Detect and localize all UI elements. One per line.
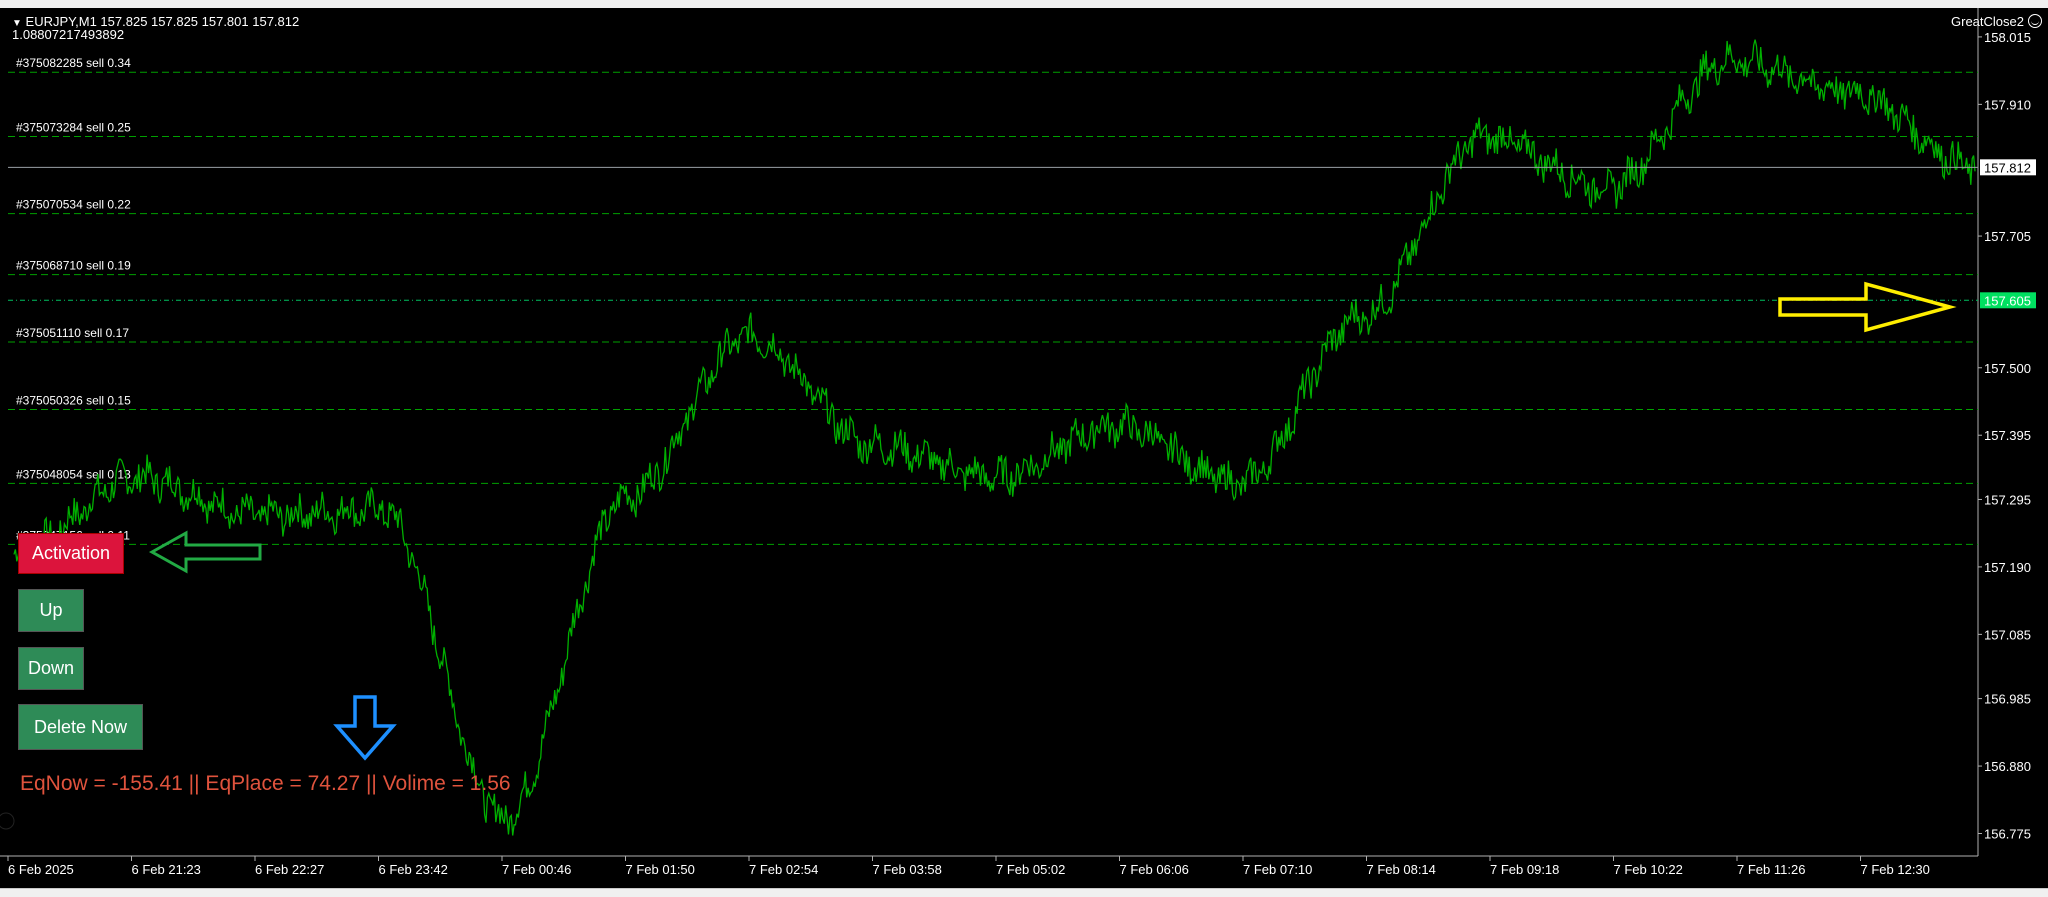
price-tick-label: 156.985 [1984, 692, 2031, 707]
price-tick-label: 157.395 [1984, 428, 2031, 443]
order-line-label: #375050326 sell 0.15 [16, 394, 131, 408]
time-tick-label: 7 Feb 05:02 [996, 862, 1065, 877]
delete-now-button[interactable]: Delete Now [18, 704, 143, 750]
time-tick-label: 6 Feb 2025 [8, 862, 74, 877]
time-tick-label: 7 Feb 00:46 [502, 862, 571, 877]
equity-status-text: EqNow = -155.41 || EqPlace = 74.27 || Vo… [20, 772, 511, 795]
time-tick-label: 6 Feb 22:27 [255, 862, 324, 877]
time-tick-label: 7 Feb 12:30 [1861, 862, 1930, 877]
activation-button[interactable]: Activation [18, 533, 124, 574]
time-tick-label: 7 Feb 11:26 [1737, 862, 1805, 877]
price-series-line [13, 39, 1976, 836]
order-line-label: #375051110 sell 0.17 [16, 326, 129, 340]
time-tick-label: 6 Feb 21:23 [132, 862, 201, 877]
price-tick-label: 157.910 [1984, 97, 2031, 112]
price-tick-label: 157.500 [1984, 361, 2031, 376]
price-tick-label: 156.880 [1984, 759, 2031, 774]
time-tick-label: 7 Feb 08:14 [1367, 862, 1436, 877]
marker-price-label: 157.605 [1984, 293, 2031, 308]
time-tick-label: 7 Feb 09:18 [1490, 862, 1559, 877]
time-tick-label: 7 Feb 07:10 [1243, 862, 1312, 877]
price-chart[interactable]: #375082285 sell 0.34 #375073284 sell 0.25… [0, 8, 2048, 888]
chart-window[interactable]: #375082285 sell 0.34 #375073284 sell 0.25… [0, 8, 2048, 888]
down-arrow-icon [333, 695, 397, 761]
expert-advisor-name: GreatClose2 [1951, 14, 2024, 29]
order-line-label: #375068710 sell 0.19 [16, 259, 131, 273]
down-button[interactable]: Down [18, 647, 84, 690]
time-tick-label: 7 Feb 03:58 [873, 862, 942, 877]
time-tick-label: 7 Feb 02:54 [749, 862, 818, 877]
price-tick-label: 156.775 [1984, 827, 2031, 842]
smiley-icon[interactable] [2028, 14, 2042, 28]
order-line-label: #375070534 sell 0.22 [16, 198, 131, 212]
price-tick-label: 157.085 [1984, 627, 2031, 642]
up-button[interactable]: Up [18, 589, 84, 632]
order-line-label: #375048054 sell 0.13 [16, 467, 131, 481]
order-line-label: #375073284 sell 0.25 [16, 120, 131, 134]
price-tick-label: 158.015 [1984, 30, 2031, 45]
price-tick-label: 157.705 [1984, 229, 2031, 244]
indicator-value: 1.08807217493892 [12, 27, 125, 42]
price-tick-label: 157.295 [1984, 492, 2031, 507]
time-tick-label: 6 Feb 23:42 [379, 862, 448, 877]
time-tick-label: 7 Feb 01:50 [626, 862, 695, 877]
drag-handle[interactable] [0, 812, 15, 830]
right-arrow-icon [1778, 281, 1957, 333]
time-tick-label: 7 Feb 06:06 [1120, 862, 1189, 877]
current-price-label: 157.812 [1984, 160, 2031, 175]
left-arrow-icon [148, 530, 262, 574]
price-tick-label: 157.190 [1984, 560, 2031, 575]
order-line-label: #375082285 sell 0.34 [16, 56, 131, 70]
time-tick-label: 7 Feb 10:22 [1614, 862, 1683, 877]
